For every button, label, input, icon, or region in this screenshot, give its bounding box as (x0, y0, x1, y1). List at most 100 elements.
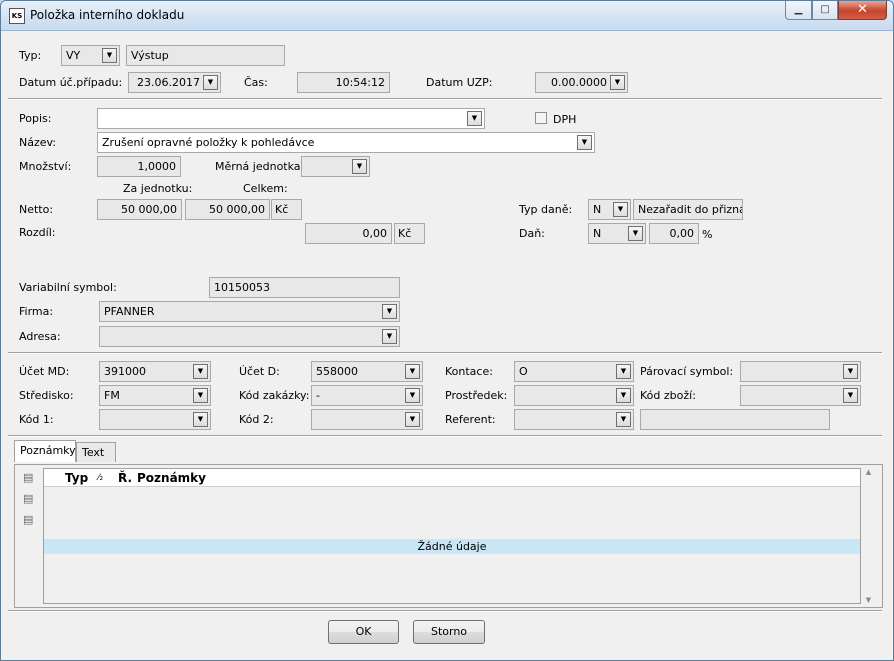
ucet-md-label: Účet MD: (19, 365, 70, 378)
dropdown-arrow-icon[interactable]: ▼ (613, 202, 628, 217)
uzp-field[interactable]: 0.00.0000 ▼ (535, 72, 628, 93)
netto-total-field[interactable]: 50 000,00 (185, 199, 270, 220)
stredisko-label: Středisko: (19, 389, 74, 402)
dropdown-arrow-icon[interactable]: ▼ (616, 388, 631, 403)
referent-name-field (640, 409, 830, 430)
stredisko-select[interactable]: FM ▼ (99, 385, 211, 406)
mnozstvi-field[interactable]: 1,0000 (97, 156, 181, 177)
za-jednotku-label: Za jednotku: (123, 182, 193, 195)
dropdown-arrow-icon[interactable]: ▼ (382, 329, 397, 344)
prostredek-label: Prostředek: (445, 389, 508, 402)
dropdown-arrow-icon[interactable]: ▼ (193, 388, 208, 403)
referent-select[interactable]: ▼ (514, 409, 634, 430)
dropdown-arrow-icon[interactable]: ▼ (628, 226, 643, 241)
storno-button[interactable]: Storno (413, 620, 485, 644)
col-sort[interactable]: ⁄₂ (98, 473, 103, 483)
dropdown-arrow-icon[interactable]: ▼ (843, 388, 858, 403)
dialog-body: Typ: VY ▼ Výstup Datum úč.případu: 23.06… (8, 32, 886, 654)
mj-label: Měrná jednotka: (215, 160, 305, 173)
tab-poznamky[interactable]: Poznámky (14, 440, 76, 462)
kod2-select[interactable]: ▼ (311, 409, 423, 430)
ucet-d-select[interactable]: 558000 ▼ (311, 361, 423, 382)
datum-field[interactable]: 23.06.2017 ▼ (128, 72, 221, 93)
rozdil-field[interactable]: 0,00 (305, 223, 392, 244)
ok-button[interactable]: OK (328, 620, 399, 644)
col-r[interactable]: Ř. (118, 471, 132, 485)
close-button[interactable]: ✕ (838, 1, 887, 20)
celkem-label: Celkem: (243, 182, 288, 195)
kod-zbozi-label: Kód zboží: (640, 389, 696, 402)
parovaci-label: Párovací symbol: (640, 365, 734, 378)
dan-percent-field[interactable]: 0,00 (649, 223, 699, 244)
kod-zakazky-select[interactable]: - ▼ (311, 385, 423, 406)
dropdown-arrow-icon[interactable]: ▼ (577, 135, 592, 150)
dph-checkbox[interactable] (535, 112, 547, 124)
divider (8, 352, 882, 354)
dan-value: N (593, 227, 602, 240)
typ-select[interactable]: VY ▼ (61, 45, 120, 66)
dan-select[interactable]: N ▼ (588, 223, 646, 244)
typ-value: VY (66, 49, 81, 62)
parovaci-select[interactable]: ▼ (740, 361, 861, 382)
typ-dane-text-field: Nezařadit do přiznání (633, 199, 743, 220)
adresa-select[interactable]: ▼ (99, 326, 400, 347)
dropdown-arrow-icon[interactable]: ▼ (405, 388, 420, 403)
dropdown-arrow-icon[interactable]: ▼ (405, 364, 420, 379)
typ-name-value: Výstup (131, 49, 169, 62)
grid-header: Typ ⁄₂ Ř. Poznámky (44, 469, 860, 487)
dropdown-arrow-icon[interactable]: ▼ (193, 364, 208, 379)
uzp-value: 0.00.0000 (551, 76, 607, 89)
typ-dane-text: Nezařadit do přiznání (638, 203, 742, 216)
dropdown-arrow-icon[interactable]: ▼ (467, 111, 482, 126)
kontace-select[interactable]: O ▼ (514, 361, 634, 382)
typ-dane-value: N (593, 203, 602, 216)
dropdown-arrow-icon[interactable]: ▼ (352, 159, 367, 174)
edit-note-icon[interactable]: ▤ (23, 492, 37, 506)
ucet-md-select[interactable]: 391000 ▼ (99, 361, 211, 382)
netto-unit-value: 50 000,00 (121, 203, 177, 216)
netto-total-value: 50 000,00 (209, 203, 265, 216)
dropdown-arrow-icon[interactable]: ▼ (616, 364, 631, 379)
firma-select[interactable]: PFANNER ▼ (99, 301, 400, 322)
kod1-label: Kód 1: (19, 413, 54, 426)
nazev-field[interactable]: Zrušení opravné položky k pohledávce ▼ (97, 132, 595, 153)
dropdown-arrow-icon[interactable]: ▼ (193, 412, 208, 427)
dropdown-arrow-icon[interactable]: ▼ (382, 304, 397, 319)
title-bar[interactable]: KS Položka interního dokladu ▁ □ ✕ (1, 1, 893, 31)
col-typ[interactable]: Typ (65, 471, 88, 485)
minimize-button[interactable]: ▁ (785, 1, 812, 20)
kod-zakazky-label: Kód zakázky: (239, 389, 310, 402)
netto-label: Netto: (19, 203, 54, 216)
ucet-d-label: Účet D: (239, 365, 280, 378)
vertical-scrollbar[interactable]: ▲ ▼ (861, 468, 876, 604)
col-poznamky[interactable]: Poznámky (137, 471, 206, 485)
dropdown-arrow-icon[interactable]: ▼ (610, 75, 625, 90)
dropdown-arrow-icon[interactable]: ▼ (102, 48, 117, 63)
firma-label: Firma: (19, 305, 54, 318)
prostredek-select[interactable]: ▼ (514, 385, 634, 406)
kod2-label: Kód 2: (239, 413, 274, 426)
dropdown-arrow-icon[interactable]: ▼ (616, 412, 631, 427)
maximize-button[interactable]: □ (812, 1, 838, 20)
netto-unit-field[interactable]: 50 000,00 (97, 199, 182, 220)
kod1-select[interactable]: ▼ (99, 409, 211, 430)
mj-select[interactable]: ▼ (301, 156, 370, 177)
add-note-icon[interactable]: ▤ (23, 471, 37, 485)
delete-note-icon[interactable]: ▤ (23, 513, 37, 527)
kontace-label: Kontace: (445, 365, 493, 378)
dropdown-arrow-icon[interactable]: ▼ (843, 364, 858, 379)
cas-value: 10:54:12 (335, 76, 385, 89)
ucet-d-value: 558000 (316, 365, 358, 378)
vs-field[interactable]: 10150053 (209, 277, 400, 298)
tab-text[interactable]: Text (76, 442, 116, 462)
popis-field[interactable]: ▼ (97, 108, 485, 129)
scroll-up-icon[interactable]: ▲ (861, 468, 876, 476)
mnozstvi-label: Množství: (19, 160, 72, 173)
typ-dane-select[interactable]: N ▼ (588, 199, 631, 220)
dropdown-arrow-icon[interactable]: ▼ (203, 75, 218, 90)
cas-field[interactable]: 10:54:12 (297, 72, 390, 93)
divider (8, 435, 882, 437)
kod-zbozi-select[interactable]: ▼ (740, 385, 861, 406)
scroll-down-icon[interactable]: ▼ (861, 596, 876, 604)
dropdown-arrow-icon[interactable]: ▼ (405, 412, 420, 427)
